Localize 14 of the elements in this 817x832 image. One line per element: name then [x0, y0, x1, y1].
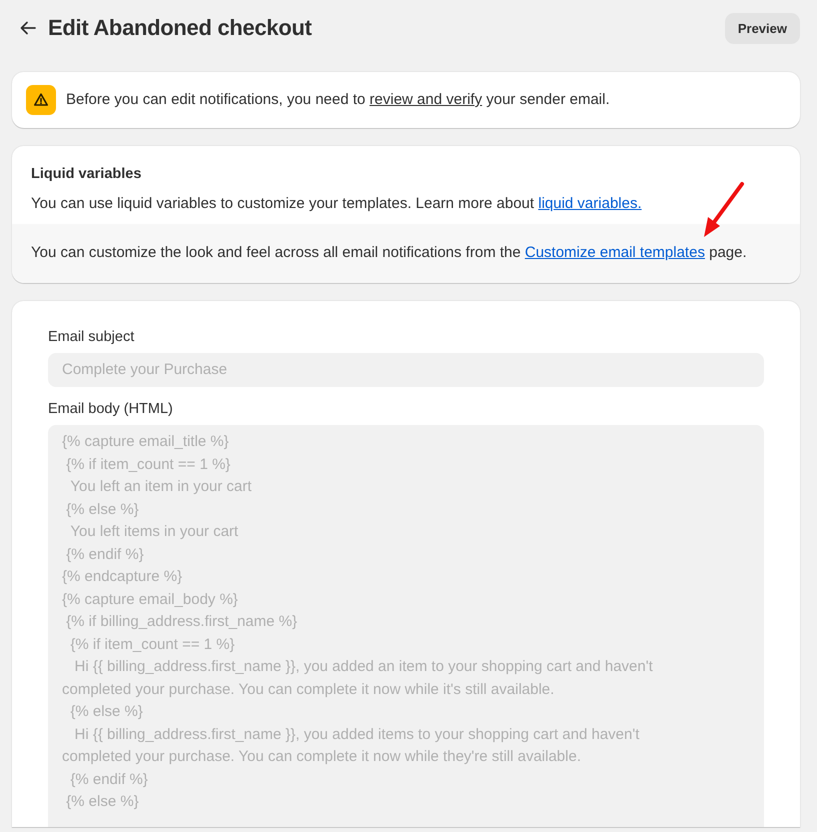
info-text: You can customize the look and feel across all email notifications from the Customize email templates page. [31, 243, 748, 263]
warning-icon [26, 85, 56, 115]
field-label: Email subject [48, 329, 136, 345]
card-title: Liquid variables [31, 166, 142, 182]
link[interactable]: Customize email templates [524, 244, 705, 261]
link[interactable]: liquid variables. [538, 195, 642, 212]
preview-button[interactable]: Preview [724, 12, 800, 44]
page-title: Edit Abandoned checkout [48, 15, 312, 41]
link[interactable]: review and verify [370, 91, 482, 108]
back-button[interactable] [18, 19, 38, 37]
field-label: Email body (HTML) [48, 401, 174, 417]
info-text: You can use liquid variables to customize your templates. Learn more about liquid variables. [31, 194, 643, 214]
annotation-arrow [704, 182, 744, 237]
banner-message: Before you can edit notifications, you need to review and verify your sender email. [66, 90, 610, 110]
